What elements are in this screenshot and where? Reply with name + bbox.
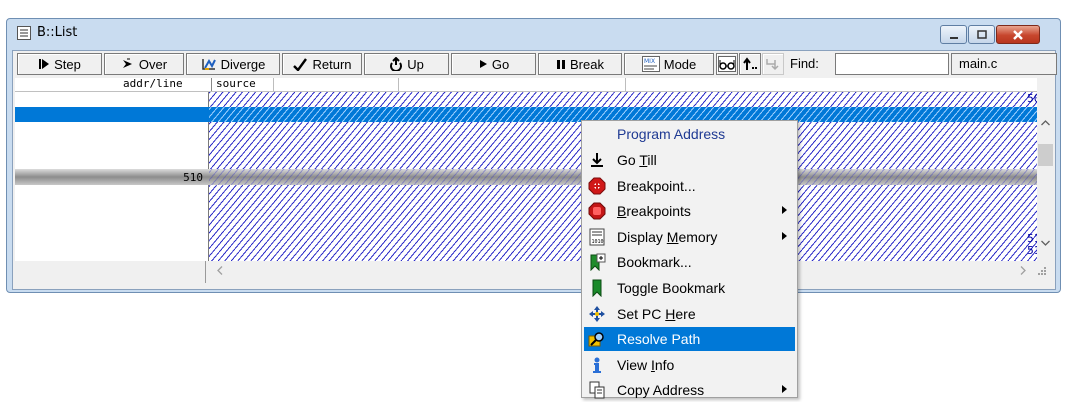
step-button[interactable]: Step [17,53,102,75]
status-area [15,261,206,283]
source-file-field[interactable]: main.c [951,53,1057,75]
return-button[interactable]: Return [282,53,362,75]
up-stack-icon [743,57,757,70]
scroll-right-icon[interactable] [1020,266,1026,275]
glasses-icon [718,56,736,72]
find-input[interactable] [835,53,949,75]
menu-item-toggle-bookmark[interactable]: Toggle Bookmark [584,276,795,300]
menu-item-label: Bookmark... [617,254,692,270]
menu-title: Program Address [617,126,726,142]
copy-icon [588,381,606,399]
addr-line-column-header[interactable]: addr/line [123,78,183,90]
breakpoints-icon [588,202,606,220]
vertical-scroll-thumb[interactable] [1038,144,1053,166]
list-client-area: Step Over Diverge Return Up Go Break MIX… [12,50,1057,290]
line-number-510[interactable]: 510 [183,171,203,184]
diverge-icon [201,59,216,70]
bookmark-add-icon [588,253,606,272]
mode-label: Mode [663,56,697,72]
menu-item-label: Go Till [617,152,657,168]
list-window-icon [17,26,31,40]
up-arrow-icon [390,57,403,71]
menu-item-label: View Info [617,357,675,373]
minimize-button[interactable] [940,25,967,44]
view-glasses-button[interactable] [716,53,738,75]
menu-item-label: Breakpoints [617,203,691,219]
menu-item-copy-address[interactable]: Copy Address [584,378,795,402]
list-column-header: addr/line source [15,78,1053,92]
step-over-icon [122,58,132,68]
source-list[interactable]: 505 510 514 515 [15,92,1053,261]
down-stack-icon [766,59,779,71]
scroll-left-icon[interactable] [217,266,223,275]
diverge-button[interactable]: Diverge [186,53,280,75]
menu-item-view-info[interactable]: View Info [584,353,795,377]
find-label: Find: [790,56,819,71]
break-button[interactable]: Break [538,53,622,75]
menu-item-bookmark[interactable]: Bookmark... [584,250,795,274]
up-stack-button[interactable] [739,53,761,75]
play-icon [479,60,487,68]
maximize-button[interactable] [968,25,995,44]
step-label: Step [54,56,81,72]
context-menu: Program Address Go Till Breakpoint... Brea… [581,120,798,399]
submenu-arrow-icon [782,206,787,214]
menu-item-go-till[interactable]: Go Till [584,148,795,172]
down-stack-button[interactable] [762,53,784,75]
set-pc-icon [588,305,606,323]
toolbar: Step Over Diverge Return Up Go Break MIX… [13,51,1057,77]
source-column-header[interactable]: source [211,78,256,91]
maximize-icon [976,29,987,39]
go-button[interactable]: Go [451,53,536,75]
menu-item-label: Display Memory [617,229,718,245]
up-button[interactable]: Up [364,53,449,75]
list-window: B::List Step Over Diverge Return Up Go B… [6,18,1061,293]
over-button[interactable]: Over [104,53,184,75]
title-bar[interactable]: B::List [7,19,1060,49]
window-title: B::List [37,25,78,40]
menu-item-label: Toggle Bookmark [617,280,726,296]
breakpoint-add-icon [588,177,606,195]
column-divider[interactable] [273,78,274,91]
submenu-arrow-icon [782,232,787,240]
step-icon [39,59,50,69]
menu-item-breakpoint[interactable]: Breakpoint... [584,174,795,198]
menu-item-display-memory[interactable]: 1010 Display Memory [584,225,795,249]
mode-icon: MIX [641,56,660,72]
arrow-down-to-line-icon [588,151,606,169]
resolve-path-icon [588,330,606,348]
memory-dump-icon: 1010 [588,228,606,246]
mode-button[interactable]: MIX Mode [624,53,714,75]
up-label: Up [407,56,424,72]
close-icon [1013,29,1023,40]
column-divider[interactable] [625,78,626,91]
svg-text:1010: 1010 [592,239,604,245]
menu-item-label: Copy Address [617,382,705,398]
menu-item-breakpoints[interactable]: Breakpoints [584,199,795,223]
scroll-up-icon[interactable] [1041,120,1050,126]
return-label: Return [312,56,352,72]
menu-item-resolve-path[interactable]: Resolve Path [584,327,795,351]
info-icon [588,356,606,374]
scroll-down-icon[interactable] [1041,240,1050,246]
submenu-arrow-icon [782,385,787,393]
return-icon [293,58,308,71]
resize-grip-icon[interactable] [1036,265,1046,275]
break-label: Break [570,56,604,72]
svg-text:MIX: MIX [644,58,655,65]
minimize-icon [949,36,958,39]
menu-item-label: Set PC Here [617,306,696,322]
pause-icon [557,59,566,69]
over-label: Over [138,56,168,72]
bookmark-icon [588,279,606,298]
vertical-scrollbar[interactable] [1037,78,1054,261]
go-label: Go [491,56,510,72]
menu-item-label: Breakpoint... [617,178,696,194]
column-divider[interactable] [398,78,399,91]
close-button[interactable] [996,25,1040,44]
menu-item-label: Resolve Path [617,331,701,347]
menu-item-set-pc-here[interactable]: Set PC Here [584,302,795,326]
diverge-label: Diverge [220,56,266,72]
